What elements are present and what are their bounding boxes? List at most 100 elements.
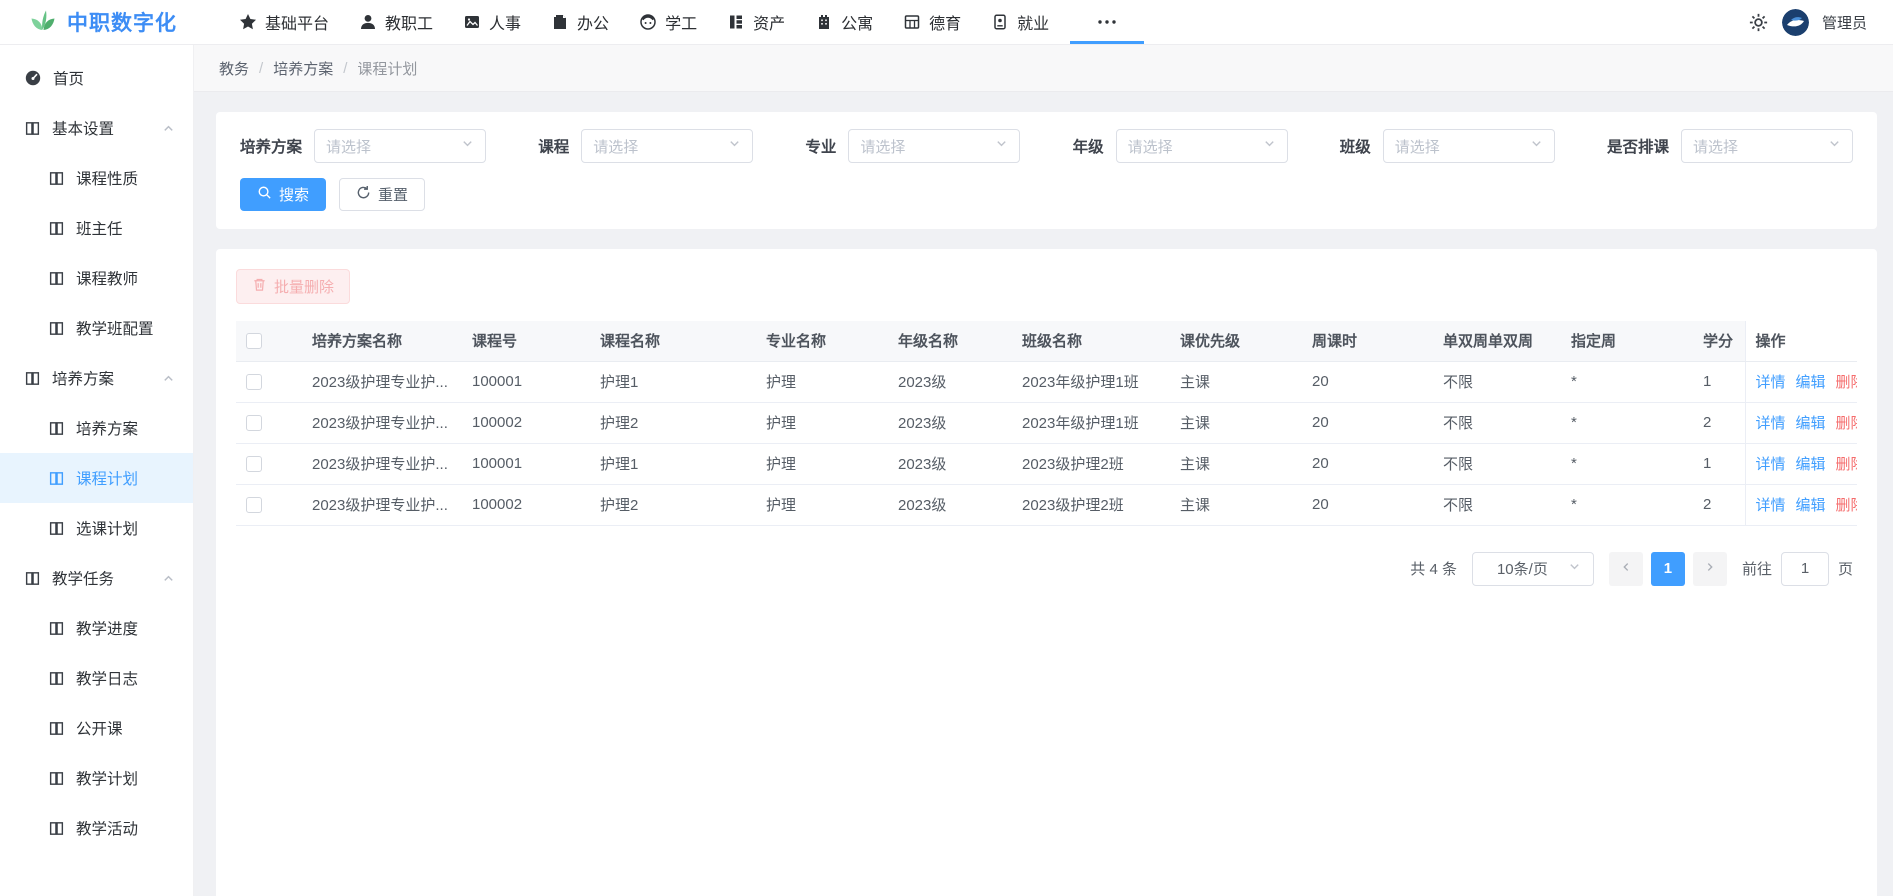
sidebar-group-training-plan[interactable]: 培养方案 xyxy=(0,353,193,403)
book-icon xyxy=(24,120,41,137)
col-course-name: 课程名称 xyxy=(590,321,756,361)
book-icon xyxy=(48,720,65,737)
col-major: 专业名称 xyxy=(756,321,888,361)
detail-link[interactable]: 详情 xyxy=(1756,374,1786,391)
next-page-button[interactable] xyxy=(1693,552,1727,586)
nav-item-dorm[interactable]: 公寓 xyxy=(800,0,888,44)
delete-link[interactable]: 删除 xyxy=(1836,415,1857,432)
edit-link[interactable]: 编辑 xyxy=(1796,415,1826,432)
dashboard-icon xyxy=(24,69,42,87)
app-logo[interactable]: 中职数字化 xyxy=(28,6,210,39)
filter-panel: 培养方案 请选择 课程 请选择 专业 xyxy=(216,112,1877,229)
nav-item-office[interactable]: 办公 xyxy=(536,0,624,44)
chevron-right-icon xyxy=(1704,560,1716,577)
sidebar-item-training-plan[interactable]: 培养方案 xyxy=(0,403,193,453)
sidebar-item-course-teacher[interactable]: 课程教师 xyxy=(0,253,193,303)
detail-link[interactable]: 详情 xyxy=(1756,456,1786,473)
sidebar-item-teaching-log[interactable]: 教学日志 xyxy=(0,653,193,703)
user-avatar[interactable] xyxy=(1782,9,1809,36)
col-actions: 操作 xyxy=(1745,321,1857,361)
delete-link[interactable]: 删除 xyxy=(1836,374,1857,391)
class-select[interactable]: 请选择 xyxy=(1383,129,1555,163)
sidebar-item-teaching-activity[interactable]: 教学活动 xyxy=(0,803,193,853)
nav-item-moral[interactable]: 德育 xyxy=(888,0,976,44)
search-button[interactable]: 搜索 xyxy=(240,178,326,211)
nav-item-students[interactable]: 学工 xyxy=(624,0,712,44)
sidebar-item-home[interactable]: 首页 xyxy=(0,53,193,103)
delete-link[interactable]: 删除 xyxy=(1836,456,1857,473)
page-body: 培养方案 请选择 课程 请选择 专业 xyxy=(194,92,1893,896)
table-row: 2023级护理专业护... 100002 护理2 护理 2023级 2023级护… xyxy=(236,484,1857,525)
col-plan-name: 培养方案名称 xyxy=(302,321,462,361)
breadcrumb-item-training-plan[interactable]: 培养方案 xyxy=(273,58,333,79)
goto-page-input[interactable] xyxy=(1781,552,1829,586)
training-plan-select[interactable]: 请选择 xyxy=(314,129,486,163)
table-row: 2023级护理专业护... 100002 护理2 护理 2023级 2023年级… xyxy=(236,402,1857,443)
row-checkbox[interactable] xyxy=(246,456,262,472)
sidebar-group-teaching-tasks[interactable]: 教学任务 xyxy=(0,553,193,603)
sidebar-item-course-nature[interactable]: 课程性质 xyxy=(0,153,193,203)
major-select[interactable]: 请选择 xyxy=(848,129,1020,163)
scheduled-select[interactable]: 请选择 xyxy=(1681,129,1853,163)
sidebar-item-course-selection-plan[interactable]: 选课计划 xyxy=(0,503,193,553)
book-icon xyxy=(48,670,65,687)
breadcrumb-separator: / xyxy=(343,60,347,77)
goto-label: 前往 xyxy=(1742,558,1772,579)
breadcrumb-separator: / xyxy=(259,60,263,77)
nav-item-platform[interactable]: 基础平台 xyxy=(224,0,344,44)
sidebar-item-teaching-plan[interactable]: 教学计划 xyxy=(0,753,193,803)
row-checkbox[interactable] xyxy=(246,497,262,513)
page-suffix: 页 xyxy=(1838,558,1853,579)
document-icon xyxy=(551,13,569,31)
select-all-checkbox[interactable] xyxy=(246,333,262,349)
nav-item-assets[interactable]: 资产 xyxy=(712,0,800,44)
filter-scheduled: 是否排课 请选择 xyxy=(1607,129,1853,163)
sidebar-group-basic-settings[interactable]: 基本设置 xyxy=(0,103,193,153)
filter-class: 班级 请选择 xyxy=(1340,129,1555,163)
nav-item-employment[interactable]: 就业 xyxy=(976,0,1064,44)
page-number-button[interactable]: 1 xyxy=(1651,552,1685,586)
batch-delete-button[interactable]: 批量删除 xyxy=(236,269,350,304)
book-icon xyxy=(48,770,65,787)
reset-button[interactable]: 重置 xyxy=(339,178,425,211)
delete-link[interactable]: 删除 xyxy=(1836,497,1857,514)
main-content: 教务 / 培养方案 / 课程计划 培养方案 请选择 课程 xyxy=(194,45,1893,896)
trash-icon xyxy=(252,277,267,296)
top-navbar: 中职数字化 基础平台 教职工 人事 办公 xyxy=(0,0,1893,45)
row-checkbox[interactable] xyxy=(246,415,262,431)
breadcrumb-item-jiaowu[interactable]: 教务 xyxy=(219,58,249,79)
edit-link[interactable]: 编辑 xyxy=(1796,497,1826,514)
book-icon xyxy=(48,320,65,337)
user-name[interactable]: 管理员 xyxy=(1822,12,1867,33)
col-priority: 课优先级 xyxy=(1170,321,1302,361)
breadcrumb-item-course-plan: 课程计划 xyxy=(357,58,417,79)
sidebar-item-head-teacher[interactable]: 班主任 xyxy=(0,203,193,253)
sidebar-item-course-plan[interactable]: 课程计划 xyxy=(0,453,193,503)
sidebar-item-teaching-class-config[interactable]: 教学班配置 xyxy=(0,303,193,353)
nav-item-staff[interactable]: 教职工 xyxy=(344,0,448,44)
col-class: 班级名称 xyxy=(1012,321,1170,361)
nav-item-more[interactable] xyxy=(1064,0,1150,44)
book-icon xyxy=(48,170,65,187)
sidebar-item-teaching-progress[interactable]: 教学进度 xyxy=(0,603,193,653)
detail-link[interactable]: 详情 xyxy=(1756,497,1786,514)
edit-link[interactable]: 编辑 xyxy=(1796,374,1826,391)
course-select[interactable]: 请选择 xyxy=(581,129,753,163)
edit-link[interactable]: 编辑 xyxy=(1796,456,1826,473)
chevron-down-icon xyxy=(995,137,1008,155)
list-icon xyxy=(727,13,745,31)
detail-link[interactable]: 详情 xyxy=(1756,415,1786,432)
chevron-up-icon xyxy=(162,122,175,135)
nav-item-hr[interactable]: 人事 xyxy=(448,0,536,44)
row-checkbox[interactable] xyxy=(246,374,262,390)
settings-gear-icon[interactable] xyxy=(1748,12,1769,33)
leaf-logo-icon xyxy=(28,6,58,39)
sidebar-item-open-class[interactable]: 公开课 xyxy=(0,703,193,753)
course-plan-table: 培养方案名称 课程号 课程名称 专业名称 年级名称 班级名称 课优先级 周课时 … xyxy=(236,321,1857,526)
page-size-select[interactable]: 10条/页 xyxy=(1472,552,1594,586)
prev-page-button[interactable] xyxy=(1609,552,1643,586)
grid-icon xyxy=(903,13,921,31)
building-icon xyxy=(815,13,833,31)
book-icon xyxy=(48,220,65,237)
grade-select[interactable]: 请选择 xyxy=(1116,129,1288,163)
